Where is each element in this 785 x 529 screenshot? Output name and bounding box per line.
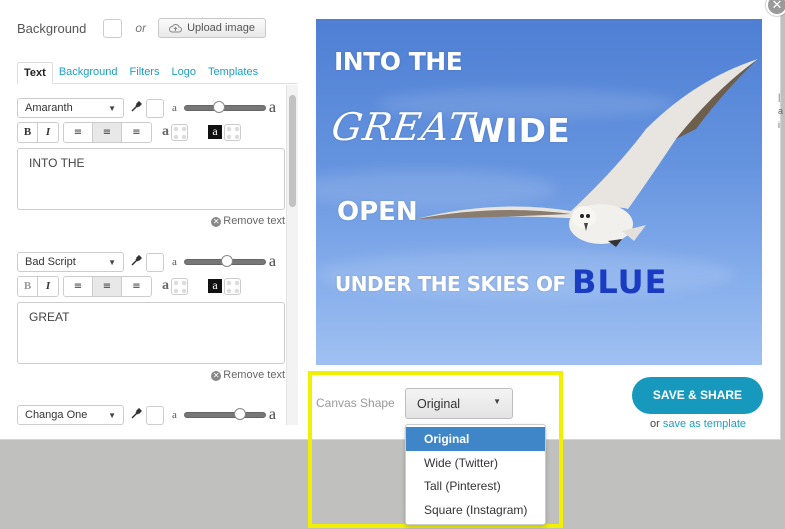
editor-tabs: Text Background Filters Logo Templates [17, 62, 297, 84]
align-left-button[interactable]: ≡ [64, 122, 93, 142]
font-select-value: Changa One [25, 409, 88, 421]
canvas-text-wide[interactable]: WIDE [468, 111, 571, 150]
image-canvas[interactable]: INTO THE GREAT WIDE OPEN UNDER THE SKIES… [316, 19, 762, 365]
outline-color-swatch[interactable] [171, 123, 188, 141]
tab-background[interactable]: Background [53, 62, 124, 84]
size-large-icon: a [268, 253, 276, 270]
font-select[interactable]: Amaranth ▼ [17, 98, 124, 118]
tab-text[interactable]: Text [17, 62, 53, 84]
text-input[interactable]: GREAT [17, 302, 285, 364]
size-large-icon: a [268, 99, 276, 116]
tab-filters[interactable]: Filters [124, 62, 166, 84]
text-color-swatch[interactable] [146, 252, 164, 272]
size-small-icon: a [172, 256, 177, 268]
cloud-upload-icon [169, 24, 183, 33]
tab-templates[interactable]: Templates [202, 62, 264, 84]
canvas-text-great[interactable]: GREAT [329, 105, 478, 149]
shape-option-original[interactable]: Original [406, 427, 545, 451]
slider-handle[interactable] [233, 408, 246, 420]
canvas-text-blue[interactable]: BLUE [572, 263, 667, 301]
remove-icon: ✕ [211, 371, 222, 381]
or-label: or [135, 21, 147, 35]
remove-text-link[interactable]: ✕ Remove text [17, 215, 285, 227]
text-outline-icon: a [162, 278, 169, 293]
text-background-swatch[interactable] [224, 123, 241, 141]
chevron-down-icon: ▼ [108, 257, 116, 267]
font-select-value: Bad Script [25, 256, 76, 268]
remove-text-label: Remove text [223, 215, 285, 227]
shape-option-tall[interactable]: Tall (Pinterest) [406, 474, 545, 498]
canvas-text-into-the[interactable]: INTO THE [334, 47, 463, 76]
save-as-template-link[interactable]: save as template [663, 418, 746, 430]
canvas-shape-label: Canvas Shape [316, 396, 395, 410]
bold-button[interactable]: B [18, 122, 38, 142]
background-edge-fragments: | a i [778, 92, 784, 130]
panel-scrollbar[interactable] [286, 85, 298, 425]
background-row: Background or Upload image [17, 18, 266, 38]
size-small-icon: a [172, 409, 177, 421]
eyedropper-icon[interactable] [131, 100, 143, 115]
text-color-swatch[interactable] [146, 98, 164, 118]
save-template-row: or save as template [650, 418, 746, 430]
canvas-shape-dropdown: Original Wide (Twitter) Tall (Pinterest)… [405, 424, 546, 525]
font-size-slider[interactable] [183, 408, 266, 420]
tab-logo[interactable]: Logo [165, 62, 201, 84]
italic-button[interactable]: I [38, 276, 58, 296]
align-right-button[interactable]: ≡ [122, 276, 151, 296]
outline-color-swatch[interactable] [171, 277, 188, 295]
canvas-text-under-the-skies-of[interactable]: UNDER THE SKIES OF [335, 272, 566, 296]
eyedropper-icon[interactable] [131, 407, 143, 422]
upload-image-label: Upload image [187, 22, 255, 34]
text-color-swatch[interactable] [146, 405, 164, 425]
canvas-text-open[interactable]: OPEN [337, 197, 418, 227]
slider-handle[interactable] [221, 255, 234, 267]
size-small-icon: a [172, 102, 177, 114]
align-right-button[interactable]: ≡ [122, 122, 151, 142]
align-left-button[interactable]: ≡ [64, 276, 93, 296]
text-background-swatch[interactable] [224, 277, 241, 295]
scrollbar-thumb[interactable] [289, 95, 296, 207]
chevron-down-icon: ▼ [108, 103, 116, 113]
align-center-button[interactable]: ≡ [93, 122, 122, 142]
slider-handle[interactable] [212, 101, 225, 113]
text-block: Bad Script ▼ a a BI ≡ ≡ ≡ a a GREAT ✕ Remove… [17, 252, 285, 381]
text-input[interactable]: INTO THE [17, 148, 285, 210]
or-label: or [650, 418, 660, 430]
font-size-slider[interactable] [183, 101, 266, 113]
background-color-swatch[interactable] [103, 18, 123, 38]
background-label: Background [17, 20, 87, 36]
remove-text-link[interactable]: ✕ Remove text [17, 369, 285, 381]
chevron-down-icon: ▼ [493, 397, 501, 406]
canvas-shape-value: Original [417, 397, 461, 411]
canvas-shape-select[interactable]: Original ▼ [405, 388, 513, 419]
font-select[interactable]: Bad Script ▼ [17, 252, 124, 272]
save-share-button[interactable]: SAVE & SHARE [632, 377, 763, 414]
shape-option-wide[interactable]: Wide (Twitter) [406, 451, 545, 475]
text-block: Changa One ▼ a a [17, 405, 285, 425]
bold-button[interactable]: B [18, 276, 38, 296]
align-center-button[interactable]: ≡ [93, 276, 122, 296]
font-select-value: Amaranth [25, 102, 73, 114]
text-background-icon: a [208, 279, 222, 293]
font-size-slider[interactable] [183, 255, 266, 267]
font-select[interactable]: Changa One ▼ [17, 405, 124, 425]
shape-option-square[interactable]: Square (Instagram) [406, 498, 545, 522]
chevron-down-icon: ▼ [108, 410, 116, 420]
italic-button[interactable]: I [38, 122, 58, 142]
text-block: Amaranth ▼ a a BI ≡ ≡ ≡ a a INTO THE ✕ Remov… [17, 98, 285, 227]
size-large-icon: a [268, 406, 276, 423]
upload-image-button[interactable]: Upload image [158, 18, 266, 38]
text-panel: Amaranth ▼ a a BI ≡ ≡ ≡ a a INTO THE ✕ Remov… [0, 85, 300, 425]
remove-icon: ✕ [211, 217, 222, 227]
eyedropper-icon[interactable] [131, 254, 143, 269]
text-background-icon: a [208, 125, 222, 139]
text-outline-icon: a [162, 124, 169, 139]
remove-text-label: Remove text [223, 369, 285, 381]
